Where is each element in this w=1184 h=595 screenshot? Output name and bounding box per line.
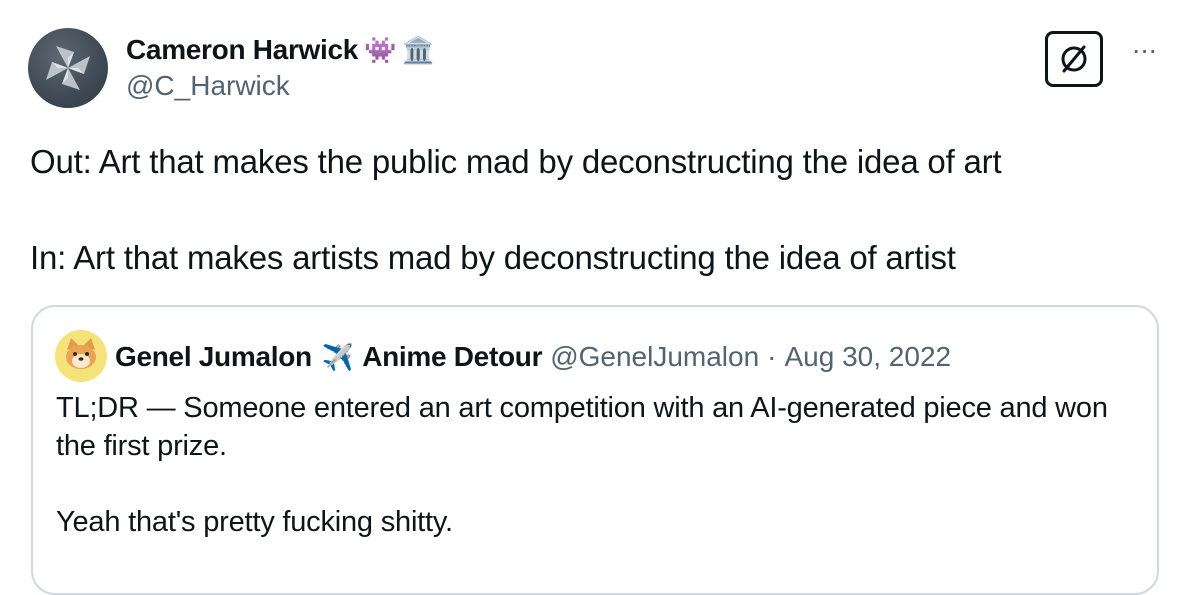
slashed-circle-icon [1061,45,1087,73]
author-avatar[interactable] [28,28,108,108]
alien-monster-icon: 👾 [364,35,397,65]
tweet-line-out: Out: Art that makes the public mad by de… [30,143,1002,180]
tweet-line-in: In: Art that makes artists mad by decons… [30,239,956,276]
quoted-tweet-card[interactable]: Genel Jumalon ✈️ Anime Detour @GenelJuma… [31,305,1159,595]
shiba-dog-icon [66,338,96,369]
quoted-display-name-part1[interactable]: Genel Jumalon [115,341,312,373]
grok-button[interactable] [1045,31,1103,87]
more-options-button[interactable]: ··· [1126,36,1162,70]
quoted-header: Genel Jumalon ✈️ Anime Detour @GenelJuma… [115,337,951,377]
quoted-display-name-part2[interactable]: Anime Detour [362,341,542,373]
quoted-date[interactable]: Aug 30, 2022 [785,341,952,373]
pinwheel-logo-icon [46,46,90,90]
author-handle[interactable]: @C_Harwick [126,70,290,102]
quoted-line-tldr: TL;DR — Someone entered an art competiti… [56,392,1108,462]
meta-separator: · [767,341,777,372]
quoted-line-reaction: Yeah that's pretty fucking shitty. [56,506,453,538]
quoted-author-avatar[interactable] [55,330,107,382]
classical-building-icon: 🏛️ [402,35,435,65]
author-name-row: Cameron Harwick 👾 🏛️ [126,30,435,70]
airplane-icon: ✈️ [321,341,355,372]
tweet-text: Out: Art that makes the public mad by de… [30,138,1150,282]
author-display-name[interactable]: Cameron Harwick [126,34,358,66]
quoted-handle[interactable]: @GenelJumalon [550,341,759,373]
quoted-tweet-text: TL;DR — Someone entered an art competiti… [56,389,1146,541]
